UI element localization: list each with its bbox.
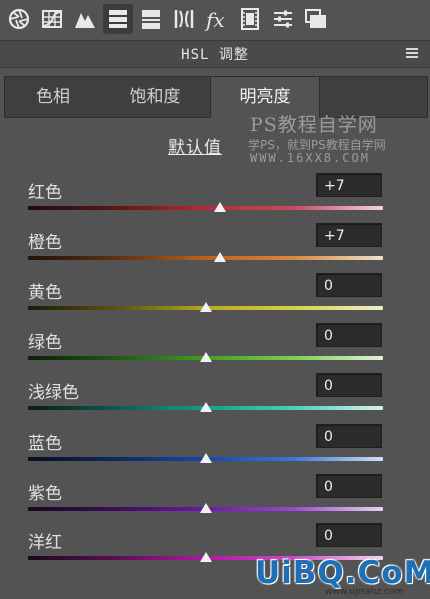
panel-header: HSL 调整 bbox=[0, 40, 430, 68]
lens-corrections-icon[interactable] bbox=[169, 4, 199, 34]
slider-value-input[interactable]: 0 bbox=[316, 373, 382, 397]
slider-thumb[interactable] bbox=[213, 202, 226, 212]
tab-saturation[interactable]: 饱和度 bbox=[101, 77, 209, 117]
slider-track[interactable] bbox=[28, 256, 383, 260]
effects-fx-icon[interactable]: fx bbox=[202, 4, 232, 34]
slider-track[interactable] bbox=[28, 206, 383, 210]
slider-value-input[interactable]: 0 bbox=[316, 323, 382, 347]
slider-value-input[interactable]: 0 bbox=[316, 474, 382, 498]
slider-thumb[interactable] bbox=[199, 352, 212, 362]
slider-thumb[interactable] bbox=[199, 453, 212, 463]
presets-icon[interactable] bbox=[268, 4, 298, 34]
svg-text:fx: fx bbox=[204, 8, 225, 32]
slider-row-yellow: 黄色 0 bbox=[0, 273, 430, 323]
slider-row-orange: 橙色 +7 bbox=[0, 223, 430, 273]
slider-label: 洋红 bbox=[28, 533, 62, 553]
slider-row-red: 红色 +7 bbox=[0, 173, 430, 223]
detail-icon[interactable] bbox=[70, 4, 100, 34]
default-link[interactable]: 默认值 bbox=[168, 133, 222, 158]
slider-label: 浅绿色 bbox=[28, 383, 79, 403]
slider-row-aqua: 浅绿色 0 bbox=[0, 373, 430, 423]
basic-aperture-icon[interactable] bbox=[4, 4, 34, 34]
split-toning-icon[interactable] bbox=[136, 4, 166, 34]
slider-value-input[interactable]: 0 bbox=[316, 273, 382, 297]
slider-thumb[interactable] bbox=[213, 252, 226, 262]
slider-label: 橙色 bbox=[28, 233, 62, 253]
tone-curve-icon[interactable] bbox=[37, 4, 67, 34]
watermark-title: PS教程自学网 bbox=[250, 114, 378, 136]
watermark-url: WWW.16XX8.COM bbox=[250, 151, 370, 165]
slider-label: 红色 bbox=[28, 183, 62, 203]
slider-label: 蓝色 bbox=[28, 434, 62, 454]
hsl-icon[interactable] bbox=[103, 4, 133, 34]
slider-label: 绿色 bbox=[28, 333, 62, 353]
slider-value-input[interactable]: +7 bbox=[316, 173, 382, 197]
panel-toolbar: fx bbox=[0, 0, 430, 38]
slider-row-purple: 紫色 0 bbox=[0, 474, 430, 524]
panel-title: HSL 调整 bbox=[181, 47, 249, 63]
panel-menu-icon[interactable] bbox=[406, 48, 418, 59]
site-logo: UiBQ.CoM bbox=[255, 555, 430, 591]
slider-value-input[interactable]: 0 bbox=[316, 523, 382, 547]
slider-row-blue: 蓝色 0 bbox=[0, 424, 430, 474]
site-logo-url: www.upsahz.com bbox=[325, 587, 404, 597]
snapshots-icon[interactable] bbox=[301, 4, 331, 34]
slider-thumb[interactable] bbox=[199, 552, 212, 562]
slider-thumb[interactable] bbox=[199, 503, 212, 513]
camera-calibration-icon[interactable] bbox=[235, 4, 265, 34]
slider-thumb[interactable] bbox=[199, 402, 212, 412]
slider-thumb[interactable] bbox=[199, 302, 212, 312]
slider-row-green: 绿色 0 bbox=[0, 323, 430, 373]
slider-label: 紫色 bbox=[28, 484, 62, 504]
tab-hue[interactable]: 色相 bbox=[5, 77, 101, 117]
slider-value-input[interactable]: 0 bbox=[316, 424, 382, 448]
slider-label: 黄色 bbox=[28, 283, 62, 303]
slider-value-input[interactable]: +7 bbox=[316, 223, 382, 247]
